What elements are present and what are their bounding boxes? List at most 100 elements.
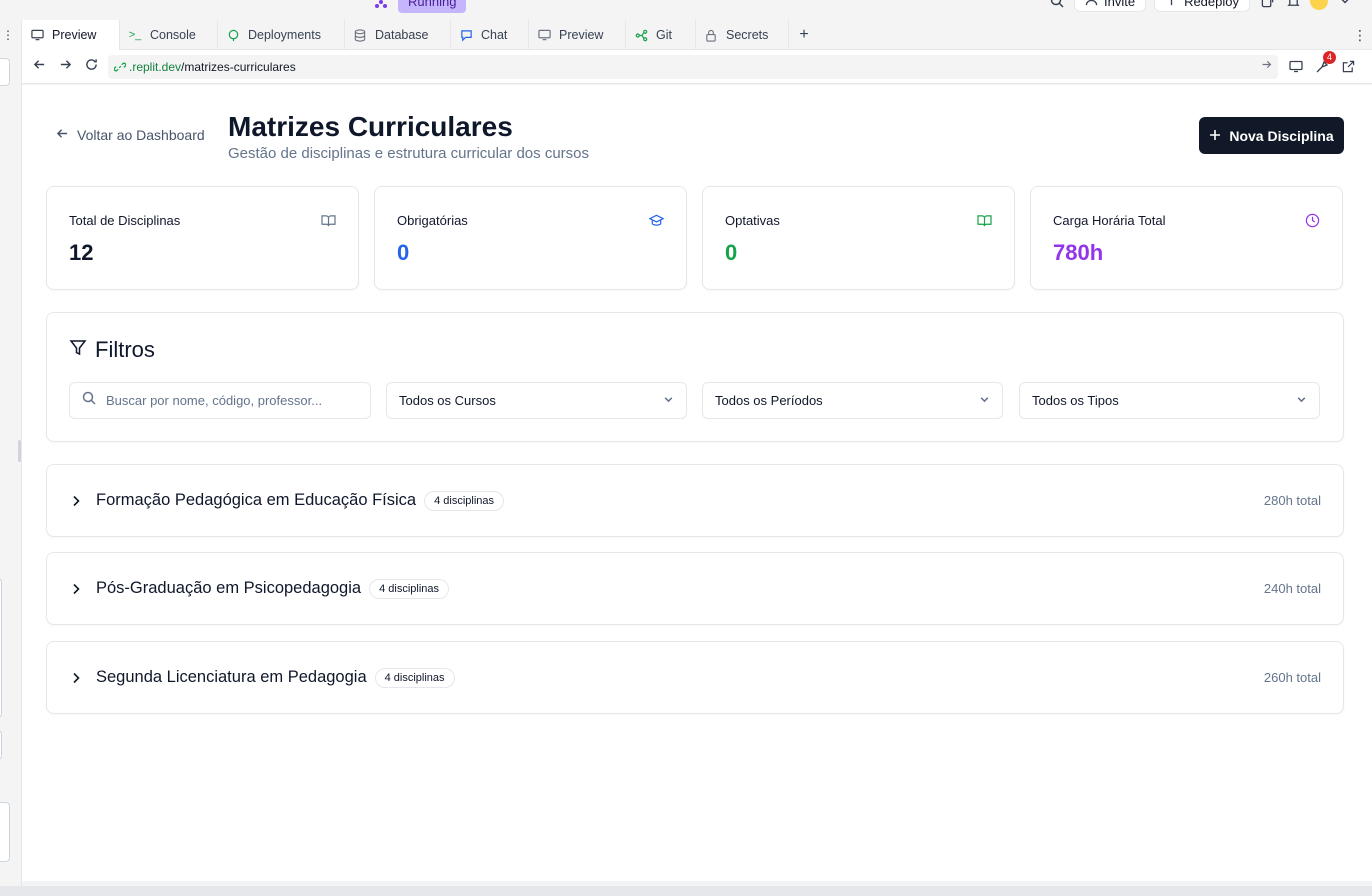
course-name: Pós-Graduação em Psicopedagogia [96,579,362,597]
reload-button[interactable] [78,54,104,80]
avatar[interactable] [1310,0,1328,10]
course-name: Segunda Licenciatura em Pedagogia [96,668,367,686]
chevron-down-icon [663,393,674,408]
tab-label: Chat [481,28,508,42]
run-status[interactable]: Running [370,0,467,13]
course-row[interactable]: Formação Pedagógica em Educação Física 4… [46,464,1344,537]
course-select-value: Todos os Cursos [399,393,496,408]
database-icon [353,28,367,42]
invite-label: Invite [1103,0,1136,9]
left-panel-edge: ⋮ [0,20,22,886]
arrow-right-icon[interactable] [1261,59,1272,73]
forward-button[interactable] [52,54,78,80]
course-row[interactable]: Segunda Licenciatura em Pedagogia 4 disc… [46,641,1344,714]
discipline-count-badge: 4 disciplinas [374,667,455,688]
tab-label: Console [150,28,196,42]
url-field[interactable]: .replit.dev /matrizes-curriculares [108,54,1278,79]
back-to-dashboard-link[interactable]: Voltar ao Dashboard [56,127,205,143]
stat-value: 0 [397,240,410,265]
period-select[interactable]: Todos os Períodos [702,382,1003,419]
arrow-left-icon [56,127,69,143]
back-button[interactable] [26,54,52,80]
stat-value: 780h [1053,240,1104,265]
search-field[interactable] [69,382,371,419]
chat-icon [459,28,473,42]
tab-chat[interactable]: Chat [451,20,529,50]
tab-preview-2[interactable]: Preview [529,20,626,50]
workspace-header: Running Invite Redeploy [0,0,1372,20]
git-icon [634,28,648,42]
chevron-right-icon [71,495,85,507]
open-external-icon[interactable] [1338,57,1358,77]
arrow-right-icon [59,58,72,76]
stat-label: Carga Horária Total [1053,213,1166,228]
filters-panel: Filtros Todos os Cursos Todos os Período… [46,312,1344,442]
new-discipline-button[interactable]: Nova Disciplina [1199,117,1344,154]
window-bottom-edge [0,886,1372,896]
left-panel-widget [0,578,2,718]
discipline-count-badge: 4 disciplinas [424,490,505,511]
stat-card-total: Total de Disciplinas 12 [46,186,359,290]
stat-label: Obrigatórias [397,213,468,228]
type-select[interactable]: Todos os Tipos [1019,382,1320,419]
stat-card-optativas: Optativas 0 [702,186,1015,290]
more-vertical-icon[interactable]: ⋮ [1348,20,1372,50]
course-name: Formação Pedagógica em Educação Física [96,491,417,509]
period-select-value: Todos os Períodos [715,393,823,408]
app-page: Voltar ao Dashboard Matrizes Curriculare… [22,85,1372,881]
tab-console[interactable]: >_ Console [120,20,218,50]
tab-git[interactable]: Git [626,20,696,50]
monitor-icon [537,28,551,42]
run-icon [370,0,392,13]
course-row[interactable]: Pós-Graduação em Psicopedagogia 4 discip… [46,552,1344,625]
stat-label: Optativas [725,213,780,228]
deployments-icon [226,28,240,42]
bell-icon[interactable] [1284,0,1302,10]
course-select[interactable]: Todos os Cursos [386,382,687,419]
stat-card-carga-horaria: Carga Horária Total 780h [1030,186,1343,290]
url-domain: .replit.dev [129,59,182,74]
device-icon[interactable] [1286,57,1306,77]
plus-icon [1209,128,1221,144]
chevron-down-icon[interactable] [1336,0,1354,10]
type-select-value: Todos os Tipos [1032,393,1119,408]
devtools-icon[interactable]: 4 [1312,50,1336,77]
stat-label: Total de Disciplinas [69,213,181,228]
more-vertical-icon[interactable]: ⋮ [2,28,14,42]
invite-button[interactable]: Invite [1073,0,1147,12]
chevron-right-icon [71,583,85,595]
discipline-count-badge: 4 disciplinas [369,578,450,599]
new-discipline-label: Nova Disciplina [1229,127,1334,144]
tab-database[interactable]: Database [345,20,451,50]
tab-label: Database [375,28,429,42]
page-title: Matrizes Curriculares [228,111,513,142]
clock-icon [1304,212,1320,228]
add-tab-button[interactable]: + [789,20,819,50]
url-path: /matrizes-curriculares [181,59,296,74]
refresh-icon [85,58,98,76]
tab-secrets[interactable]: Secrets [696,20,789,50]
tab-bar: Preview >_ Console Deployments Database … [22,20,1372,50]
search-icon[interactable] [1048,0,1066,10]
left-panel-widget [0,802,10,862]
book-open-icon [976,212,992,228]
tab-label: Preview [52,28,97,42]
monitor-icon [30,28,44,42]
tab-label: Deployments [248,28,321,42]
user-icon [1085,0,1098,9]
preview-url-bar: .replit.dev /matrizes-curriculares 4 [22,50,1372,84]
stat-value: 0 [725,240,738,265]
tab-deployments[interactable]: Deployments [218,20,345,50]
running-badge: Running [398,0,467,13]
notification-badge: 4 [1323,50,1336,64]
stat-card-obrigatorias: Obrigatórias 0 [374,186,687,290]
tab-preview[interactable]: Preview [22,20,120,50]
resize-handle[interactable] [18,440,21,462]
redeploy-button[interactable]: Redeploy [1154,0,1250,12]
search-input[interactable] [106,393,356,408]
external-window-icon[interactable] [1258,0,1276,10]
tab-label: Preview [559,28,604,42]
graduation-cap-icon [648,212,664,228]
arrow-left-icon [33,58,46,76]
link-icon [114,61,126,73]
